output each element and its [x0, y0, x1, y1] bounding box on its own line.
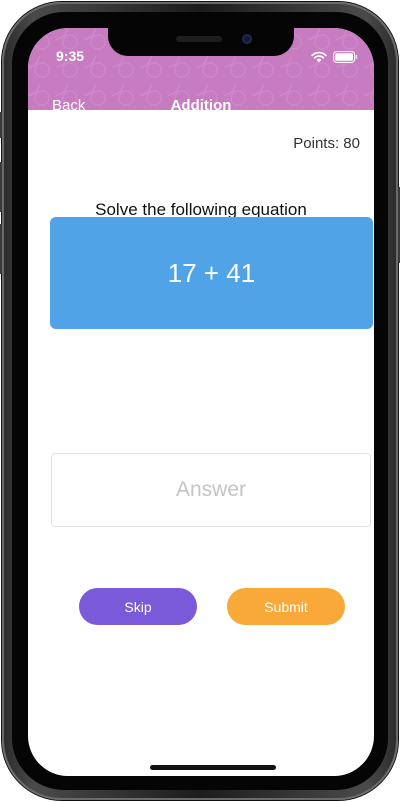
volume-down-button	[0, 224, 2, 274]
status-icons	[311, 48, 358, 67]
status-time: 9:35	[56, 48, 85, 64]
speaker-grille	[176, 36, 222, 42]
mute-switch	[0, 112, 2, 138]
front-camera	[242, 34, 252, 44]
equation-card: 17 + 41	[50, 217, 373, 329]
phone-frame: 9:35 Back Addition Points: 80 Solve the …	[0, 2, 400, 800]
page-title: Addition	[170, 97, 232, 114]
skip-button[interactable]: Skip	[79, 588, 197, 625]
answer-input[interactable]	[51, 453, 371, 527]
device-notch	[108, 28, 294, 56]
screen-bezel: 9:35 Back Addition Points: 80 Solve the …	[12, 12, 388, 790]
wifi-icon	[311, 48, 327, 67]
battery-icon	[333, 48, 358, 67]
app-screen: 9:35 Back Addition Points: 80 Solve the …	[28, 28, 374, 776]
home-indicator[interactable]	[150, 765, 276, 770]
navigation-header: 9:35 Back Addition	[28, 28, 374, 114]
submit-button[interactable]: Submit	[227, 588, 345, 625]
equation-text: 17 + 41	[167, 257, 256, 288]
volume-up-button	[0, 162, 2, 212]
points-counter: Points: 80	[293, 135, 360, 152]
